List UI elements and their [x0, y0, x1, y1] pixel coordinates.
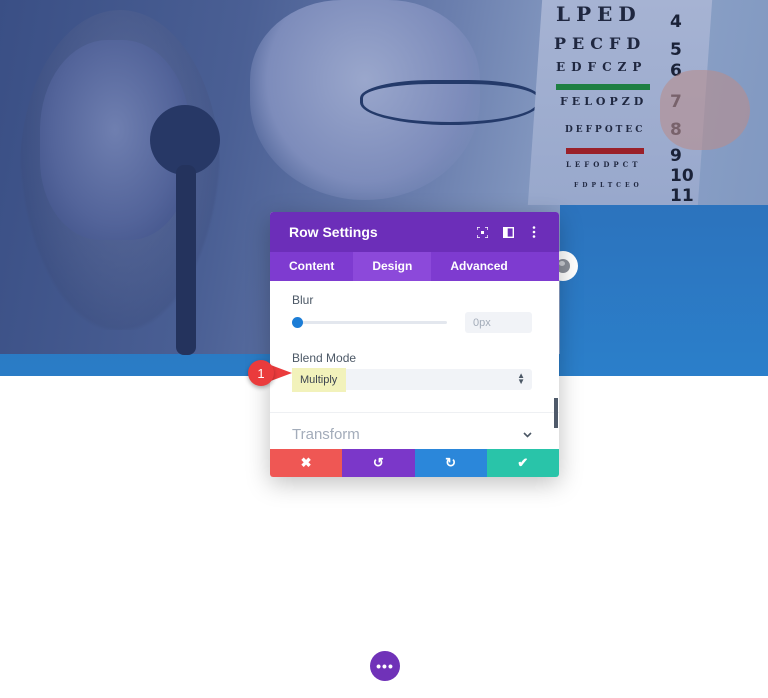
eye-chart-number: 4: [670, 12, 682, 32]
modal-scrollbar[interactable]: [554, 398, 558, 428]
modal-title: Row Settings: [289, 224, 378, 240]
save-button[interactable]: ✔: [486, 449, 559, 477]
hero-background-blue: [560, 205, 768, 376]
modal-tabs: Content Design Advanced: [270, 252, 559, 281]
section-divider: [270, 412, 559, 413]
eye-chart-number: 5: [670, 40, 682, 60]
eye-chart-row: EDFCZP: [556, 60, 648, 74]
redo-button[interactable]: ↻: [414, 449, 487, 477]
undo-icon: ↺: [372, 455, 384, 470]
eye-chart-number: 11: [670, 186, 694, 206]
more-horizontal-icon: •••: [376, 658, 394, 674]
select-arrows-icon: ▲ ▼: [517, 371, 525, 386]
tab-advanced[interactable]: Advanced: [431, 252, 526, 281]
eye-chart-number: 9: [670, 146, 682, 166]
eye-occluder-handle: [176, 165, 196, 355]
undo-button[interactable]: ↺: [342, 449, 415, 477]
transform-section-title[interactable]: Transform: [292, 426, 360, 443]
tab-content[interactable]: Content: [270, 252, 353, 281]
close-icon: ✖: [300, 455, 312, 470]
blur-slider-track[interactable]: [297, 321, 447, 324]
more-options-button[interactable]: •••: [370, 651, 400, 681]
eye-chart-row: DEFPOTEC: [565, 125, 646, 135]
modal-header: Row Settings: [270, 212, 559, 252]
chevron-down-icon[interactable]: [523, 427, 532, 441]
eye-chart-red-bar: [566, 148, 644, 154]
blend-mode-label: Blend Mode: [292, 351, 357, 365]
eye-chart-row: FELOPZD: [560, 95, 648, 108]
eye-chart-number: 10: [670, 166, 694, 186]
eye-chart-green-bar: [556, 84, 650, 90]
focus-icon[interactable]: [469, 222, 495, 242]
split-view-icon[interactable]: [495, 222, 521, 242]
redo-icon: ↻: [445, 455, 457, 470]
blur-value-input[interactable]: 0px: [465, 312, 532, 333]
blur-label: Blur: [292, 293, 314, 307]
page: LPED PECFD EDFCZP FELOPZD DEFPOTEC LEFOD…: [0, 0, 768, 698]
blend-mode-select[interactable]: Multiply ▲ ▼: [292, 368, 532, 392]
row-settings-modal: Row Settings Content Design Advanced Blu…: [270, 212, 559, 477]
blur-slider-handle[interactable]: [292, 317, 303, 328]
eye-chart-row: LPED: [556, 2, 642, 26]
step-callout: 1: [248, 358, 298, 388]
blend-mode-value: Multiply: [300, 374, 338, 386]
modal-body: Blur 0px Blend Mode Multiply ▲ ▼ Transfor…: [270, 281, 559, 449]
tab-design[interactable]: Design: [353, 252, 432, 281]
doctor-glasses: [360, 80, 540, 125]
cancel-button[interactable]: ✖: [270, 449, 343, 477]
modal-footer: ✖ ↺ ↻ ✔: [270, 449, 559, 477]
eye-chart-row: PECFD: [554, 34, 647, 53]
eye-chart-row: FDPLTCEO: [574, 182, 643, 189]
more-vertical-icon[interactable]: [521, 222, 547, 242]
eye-chart-row: LEFODPCT: [566, 160, 642, 169]
checkmark-icon: ✔: [517, 455, 529, 470]
pointing-hand: [660, 70, 750, 150]
callout-number: 1: [248, 360, 274, 386]
